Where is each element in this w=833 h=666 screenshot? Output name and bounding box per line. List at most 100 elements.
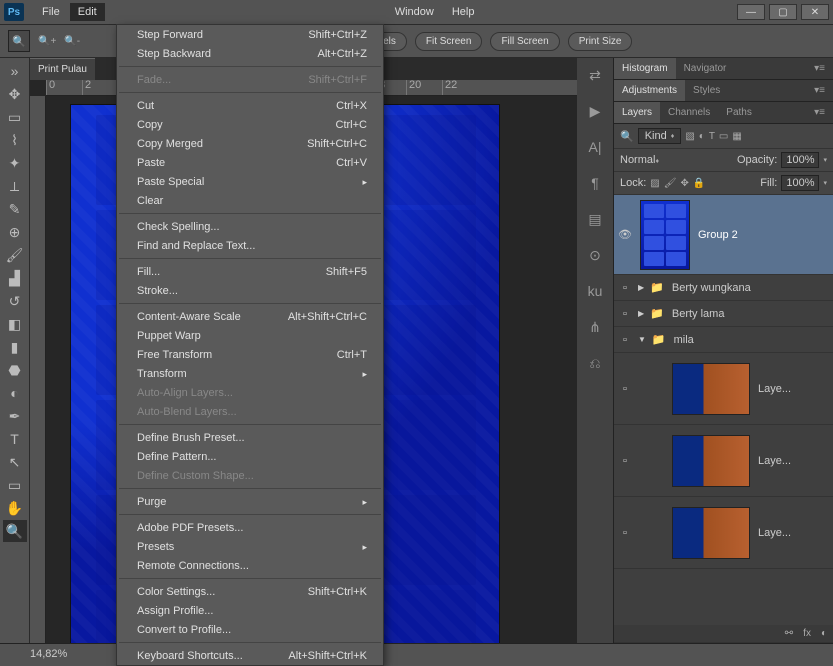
menu-item-assign-profile[interactable]: Assign Profile... [117, 601, 383, 620]
menu-item-convert-to-profile[interactable]: Convert to Profile... [117, 620, 383, 639]
doubletri-icon[interactable]: » [3, 60, 27, 82]
menu-edit[interactable]: Edit [70, 3, 105, 21]
lasso-tool[interactable]: ⌇ [3, 129, 27, 151]
print-size-button[interactable]: Print Size [568, 32, 633, 51]
dodge-tool[interactable]: ◐ [3, 382, 27, 404]
menu-window[interactable]: Window [387, 3, 442, 21]
fx-icon[interactable]: fx [803, 628, 811, 639]
play-icon[interactable]: ▶ [584, 100, 606, 122]
fill-input[interactable]: 100% [781, 175, 819, 191]
visibility-toggle[interactable]: 👁 [614, 228, 636, 241]
marquee-tool[interactable]: ▭ [3, 106, 27, 128]
zoom-level[interactable]: 14,82% [30, 648, 67, 660]
panel-menu-icon[interactable]: ▾≡ [806, 58, 833, 79]
menu-item-clear[interactable]: Clear [117, 191, 383, 210]
pen-tool[interactable]: ✒ [3, 405, 27, 427]
shape-tool[interactable]: ▭ [3, 474, 27, 496]
tab-navigator[interactable]: Navigator [676, 58, 735, 79]
expand-icon[interactable]: ▶ [638, 283, 644, 292]
lock-transparent-icon[interactable]: ▨ [650, 178, 659, 189]
layer-thumb-2[interactable]: ▫ Laye... [614, 425, 833, 497]
blur-tool[interactable]: ⬣ [3, 359, 27, 381]
maximize-button[interactable]: ▢ [769, 4, 797, 20]
close-button[interactable]: ✕ [801, 4, 829, 20]
zoom-out-icon[interactable]: 🔍- [64, 36, 80, 47]
visibility-toggle[interactable]: ▫ [614, 334, 636, 346]
connect-icon[interactable]: ⋔ [584, 316, 606, 338]
fit-screen-button[interactable]: Fit Screen [415, 32, 483, 51]
zoom-tool[interactable]: 🔍 [3, 520, 27, 542]
menu-help[interactable]: Help [444, 3, 483, 21]
menu-item-puppet-warp[interactable]: Puppet Warp [117, 326, 383, 345]
type-tool[interactable]: T [3, 428, 27, 450]
layer-folder-berty-wungkana[interactable]: ▫ ▶ 📁 Berty wungkana [614, 275, 833, 301]
menu-item-define-pattern[interactable]: Define Pattern... [117, 447, 383, 466]
menu-item-define-brush-preset[interactable]: Define Brush Preset... [117, 428, 383, 447]
move-tool[interactable]: ✥ [3, 83, 27, 105]
menu-file[interactable]: File [34, 3, 68, 21]
reverse-icon[interactable]: ⇄ [584, 64, 606, 86]
brush-tool[interactable]: 🖌 [3, 244, 27, 266]
menu-item-keyboard-shortcuts[interactable]: Keyboard Shortcuts...Alt+Shift+Ctrl+K [117, 646, 383, 665]
wand-tool[interactable]: ✦ [3, 152, 27, 174]
visibility-toggle[interactable]: ▫ [614, 527, 636, 539]
eraser-tool[interactable]: ◧ [3, 313, 27, 335]
menu-item-paste-special[interactable]: Paste Special [117, 172, 383, 191]
filter-pixel-icon[interactable]: ▧ [685, 131, 694, 142]
menu-item-content-aware-scale[interactable]: Content-Aware ScaleAlt+Shift+Ctrl+C [117, 307, 383, 326]
menu-item-check-spelling[interactable]: Check Spelling... [117, 217, 383, 236]
fill-screen-button[interactable]: Fill Screen [490, 32, 559, 51]
gradient-tool[interactable]: ▮ [3, 336, 27, 358]
lock-pixels-icon[interactable]: 🖌 [664, 178, 677, 189]
zoom-tool-icon[interactable]: 🔍 [8, 30, 30, 52]
feed-icon[interactable]: ⎌ [584, 352, 606, 374]
filter-smart-icon[interactable]: ▦ [732, 131, 741, 142]
path-tool[interactable]: ↖ [3, 451, 27, 473]
menu-item-stroke[interactable]: Stroke... [117, 281, 383, 300]
expand-icon[interactable]: ▶ [638, 309, 644, 318]
stamp-tool[interactable]: ▟ [3, 267, 27, 289]
eyedropper-tool[interactable]: ✎ [3, 198, 27, 220]
menu-item-copy[interactable]: CopyCtrl+C [117, 115, 383, 134]
zoom-in-icon[interactable]: 🔍+ [38, 36, 56, 47]
panel-menu-icon[interactable]: ▾≡ [806, 80, 833, 101]
tab-styles[interactable]: Styles [685, 80, 728, 101]
menu-item-presets[interactable]: Presets [117, 537, 383, 556]
history-brush-tool[interactable]: ↺ [3, 290, 27, 312]
menu-item-cut[interactable]: CutCtrl+X [117, 96, 383, 115]
menu-item-remote-connections[interactable]: Remote Connections... [117, 556, 383, 575]
link-layers-icon[interactable]: ⚯ [785, 628, 793, 639]
lock-position-icon[interactable]: ✥ [680, 178, 688, 189]
menu-item-transform[interactable]: Transform [117, 364, 383, 383]
visibility-toggle[interactable]: ▫ [614, 308, 636, 320]
menu-item-purge[interactable]: Purge [117, 492, 383, 511]
tab-layers[interactable]: Layers [614, 102, 660, 123]
layer-group2[interactable]: 👁 Group 2 [614, 195, 833, 275]
filter-shape-icon[interactable]: ▭ [719, 131, 728, 142]
tab-paths[interactable]: Paths [718, 102, 760, 123]
panel-menu-icon[interactable]: ▾≡ [806, 102, 833, 123]
opacity-input[interactable]: 100% [781, 152, 819, 168]
kuler-icon[interactable]: ku [584, 280, 606, 302]
menu-item-step-forward[interactable]: Step ForwardShift+Ctrl+Z [117, 25, 383, 44]
document-tab[interactable]: Print Pulau [30, 58, 95, 80]
tab-channels[interactable]: Channels [660, 102, 718, 123]
paragraph-icon[interactable]: ¶ [584, 172, 606, 194]
mask-icon[interactable]: ◐ [821, 628, 827, 639]
minimize-button[interactable]: — [737, 4, 765, 20]
lock-all-icon[interactable]: 🔒 [693, 178, 705, 189]
menu-item-adobe-pdf-presets[interactable]: Adobe PDF Presets... [117, 518, 383, 537]
filter-type-icon[interactable]: T [709, 131, 715, 142]
tab-adjustments[interactable]: Adjustments [614, 80, 685, 101]
kind-select[interactable]: Kind♦ [638, 128, 682, 144]
menu-item-step-backward[interactable]: Step BackwardAlt+Ctrl+Z [117, 44, 383, 63]
visibility-toggle[interactable]: ▫ [614, 383, 636, 395]
layer-thumb-3[interactable]: ▫ Laye... [614, 497, 833, 569]
visibility-toggle[interactable]: ▫ [614, 282, 636, 294]
menu-item-paste[interactable]: PasteCtrl+V [117, 153, 383, 172]
filter-adjust-icon[interactable]: ◐ [699, 131, 705, 142]
crop-tool[interactable]: ⟂ [3, 175, 27, 197]
layer-folder-mila[interactable]: ▫ ▼ 📁 mila [614, 327, 833, 353]
hand-tool[interactable]: ✋ [3, 497, 27, 519]
menu-item-color-settings[interactable]: Color Settings...Shift+Ctrl+K [117, 582, 383, 601]
